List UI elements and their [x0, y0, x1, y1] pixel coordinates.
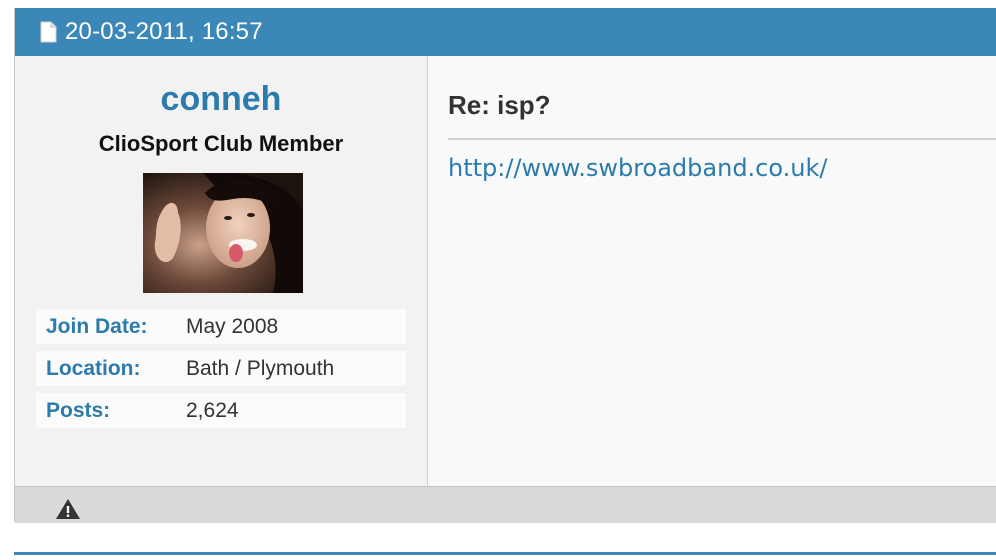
username-link[interactable]: conneh	[15, 80, 427, 119]
next-post-border	[14, 552, 996, 555]
stat-label: Location:	[46, 356, 141, 380]
user-stats: Join Date: May 2008 Location: Bath / Ply…	[36, 309, 406, 435]
stat-label: Join Date:	[46, 314, 148, 338]
stat-label: Posts:	[46, 398, 111, 422]
user-title: ClioSport Club Member	[98, 131, 344, 156]
post-link[interactable]: http://www.swbroadband.co.uk/	[448, 154, 827, 182]
stat-value: Bath / Plymouth	[186, 356, 335, 380]
stat-posts: Posts: 2,624	[36, 393, 406, 428]
warning-icon[interactable]	[53, 496, 83, 522]
forum-post: 20-03-2011, 16:57 conneh ClioSport Club …	[14, 8, 996, 523]
title-divider	[448, 138, 996, 140]
post-title: Re: isp?	[448, 90, 551, 120]
stat-join-date: Join Date: May 2008	[36, 309, 406, 344]
stat-value: May 2008	[186, 314, 279, 338]
stat-value: 2,624	[186, 398, 239, 422]
post-header: 20-03-2011, 16:57	[15, 8, 996, 56]
post-date: 20-03-2011, 16:57	[65, 18, 263, 45]
post-content: Re: isp? http://www.swbroadband.co.uk/	[428, 56, 996, 486]
avatar[interactable]	[143, 173, 303, 293]
post-footer	[15, 486, 996, 523]
document-icon	[40, 21, 57, 43]
user-info-panel: conneh ClioSport Club Member Join Date: …	[15, 56, 428, 486]
stat-location: Location: Bath / Plymouth	[36, 351, 406, 386]
